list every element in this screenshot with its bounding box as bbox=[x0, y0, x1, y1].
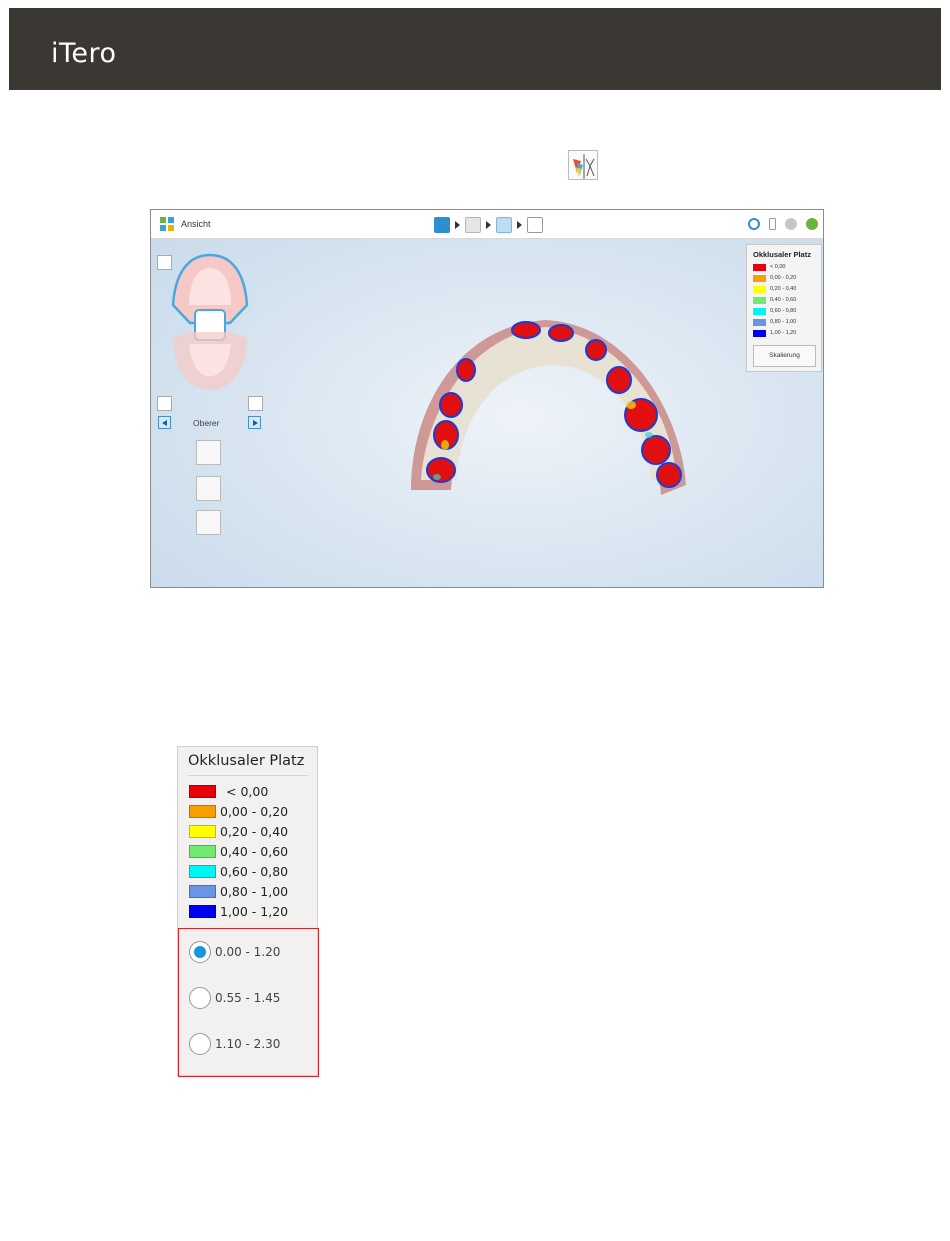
legend-label: 0,60 - 0,80 bbox=[770, 308, 797, 314]
legend-label: < 0,00 bbox=[770, 264, 786, 270]
send-mail-icon[interactable] bbox=[527, 217, 543, 233]
app-screenshot: Ansicht Oberer Okklusaler Platz < 0,00 0… bbox=[150, 209, 824, 588]
toolbar: Ansicht bbox=[151, 210, 823, 239]
legend-swatch bbox=[189, 884, 216, 898]
legend-swatch bbox=[753, 318, 766, 326]
legend-swatch bbox=[189, 824, 216, 838]
legend-swatch bbox=[753, 296, 766, 304]
divider bbox=[188, 775, 308, 776]
legend-swatch bbox=[753, 274, 766, 282]
legend-label: 1,00 - 1,20 bbox=[770, 330, 797, 336]
itero-logo: iTero bbox=[51, 38, 117, 69]
timer-icon[interactable] bbox=[748, 218, 760, 230]
scale-radio[interactable] bbox=[189, 987, 211, 1009]
legend-label: 0,00 - 0,20 bbox=[770, 275, 797, 281]
step-arrow-icon bbox=[455, 221, 460, 229]
toolbar-right bbox=[748, 218, 818, 230]
scale-radio[interactable] bbox=[189, 1033, 211, 1055]
legend-row: 0,80 - 1,00 bbox=[189, 883, 288, 899]
step-arrow-icon bbox=[486, 221, 491, 229]
zoomed-legend: Okklusaler Platz < 0,00 0,00 - 0,20 0,20… bbox=[177, 746, 319, 1077]
legend-swatch bbox=[189, 864, 216, 878]
trim-tool-button[interactable] bbox=[196, 476, 221, 501]
scale-option[interactable]: 1.10 - 2.30 bbox=[189, 1033, 280, 1055]
document-header: iTero bbox=[9, 8, 941, 90]
eraser-tool-button[interactable] bbox=[196, 440, 221, 465]
legend-label: 0,80 - 1,00 bbox=[770, 319, 797, 325]
legend-swatch bbox=[753, 329, 766, 337]
legend-row: 0,40 - 0,60 bbox=[753, 296, 796, 304]
scale-button[interactable]: Skalierung bbox=[753, 345, 816, 367]
legend-row: 0,60 - 0,80 bbox=[753, 307, 796, 315]
legend-title: Okklusaler Platz bbox=[188, 753, 305, 769]
jaw-map[interactable] bbox=[165, 250, 255, 400]
scale-radio-selected[interactable] bbox=[189, 941, 211, 963]
left-view-icon[interactable] bbox=[157, 396, 172, 411]
settings-gear-icon[interactable] bbox=[785, 218, 797, 230]
scale-option-label: 0.55 - 1.45 bbox=[215, 991, 281, 1005]
right-view-icon[interactable] bbox=[248, 396, 263, 411]
jaw-label: Oberer bbox=[193, 418, 220, 428]
view-label: Ansicht bbox=[181, 219, 211, 229]
help-icon[interactable] bbox=[806, 218, 818, 230]
legend-row: 0,00 - 0,20 bbox=[189, 803, 288, 819]
next-jaw-button[interactable] bbox=[248, 416, 261, 429]
scale-option-label: 1.10 - 2.30 bbox=[215, 1037, 281, 1051]
workflow-steps bbox=[434, 215, 543, 235]
legend-swatch bbox=[189, 804, 216, 818]
legend-label: 0,40 - 0,60 bbox=[220, 843, 289, 859]
legend-label: 1,00 - 1,20 bbox=[220, 903, 289, 919]
occlusal-clearance-legend: Okklusaler Platz < 0,00 0,00 - 0,20 0,20… bbox=[746, 244, 822, 372]
view-tools-icon[interactable] bbox=[496, 217, 512, 233]
view-grid-icon[interactable] bbox=[160, 217, 174, 231]
legend-row: 0,00 - 0,20 bbox=[753, 274, 796, 282]
scale-option[interactable]: 0.00 - 1.20 bbox=[189, 941, 280, 963]
legend-row: 0,80 - 1,00 bbox=[753, 318, 796, 326]
legend-label: < 0,00 bbox=[226, 783, 269, 799]
scale-option-label: 0.00 - 1.20 bbox=[215, 945, 281, 959]
legend-row: < 0,00 bbox=[753, 263, 785, 271]
scale-options-highlight: 0.00 - 1.20 0.55 - 1.45 1.10 - 2.30 bbox=[178, 928, 319, 1077]
occlusal-clearance-icon bbox=[568, 150, 598, 180]
scale-option[interactable]: 0.55 - 1.45 bbox=[189, 987, 280, 1009]
legend-row: 0,20 - 0,40 bbox=[753, 285, 796, 293]
legend-row: < 0,00 bbox=[189, 783, 268, 799]
edit-margin-tool-button[interactable] bbox=[196, 510, 221, 535]
legend-label: 0,80 - 1,00 bbox=[220, 883, 289, 899]
legend-title: Okklusaler Platz bbox=[753, 250, 811, 259]
occlusal-clearance-scan[interactable] bbox=[391, 305, 701, 505]
battery-icon bbox=[769, 218, 776, 230]
step-arrow-icon bbox=[517, 221, 522, 229]
legend-swatch bbox=[753, 307, 766, 315]
legend-swatch bbox=[753, 263, 766, 271]
legend-label: 0,20 - 0,40 bbox=[220, 823, 289, 839]
legend-swatch bbox=[189, 904, 216, 918]
patient-folder-icon[interactable] bbox=[434, 217, 450, 233]
legend-row: 0,40 - 0,60 bbox=[189, 843, 288, 859]
legend-label: 0,00 - 0,20 bbox=[220, 803, 289, 819]
legend-row: 1,00 - 1,20 bbox=[753, 329, 796, 337]
legend-swatch bbox=[189, 784, 216, 798]
legend-swatch bbox=[189, 844, 216, 858]
legend-label: 0,20 - 0,40 bbox=[770, 286, 797, 292]
legend-row: 0,20 - 0,40 bbox=[189, 823, 288, 839]
legend-row: 1,00 - 1,20 bbox=[189, 903, 288, 919]
scan-icon[interactable] bbox=[465, 217, 481, 233]
legend-swatch bbox=[753, 285, 766, 293]
legend-label: 0,60 - 0,80 bbox=[220, 863, 289, 879]
legend-label: 0,40 - 0,60 bbox=[770, 297, 797, 303]
previous-jaw-button[interactable] bbox=[158, 416, 171, 429]
legend-row: 0,60 - 0,80 bbox=[189, 863, 288, 879]
